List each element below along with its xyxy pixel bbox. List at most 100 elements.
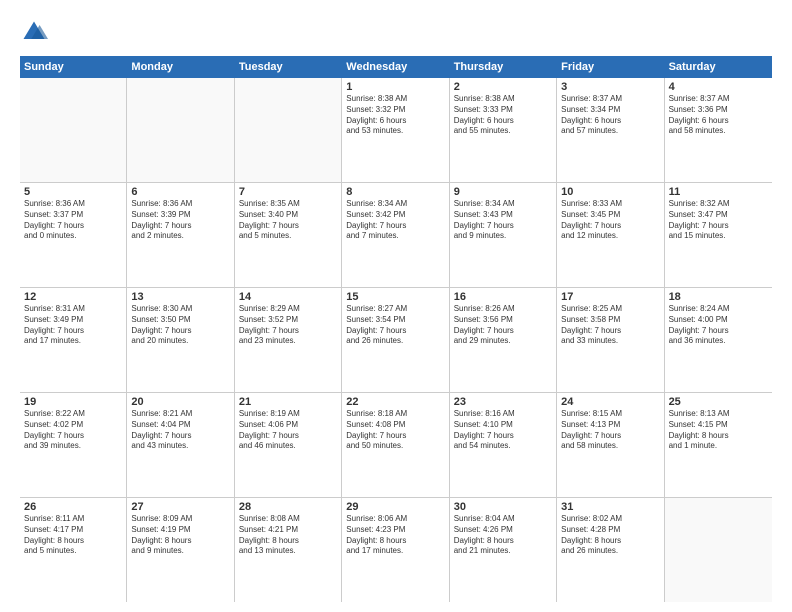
day-info: Sunrise: 8:16 AM Sunset: 4:10 PM Dayligh…	[454, 409, 552, 452]
day-number: 27	[131, 501, 229, 513]
day-info: Sunrise: 8:34 AM Sunset: 3:43 PM Dayligh…	[454, 199, 552, 242]
page: SundayMondayTuesdayWednesdayThursdayFrid…	[0, 0, 792, 612]
calendar: SundayMondayTuesdayWednesdayThursdayFrid…	[20, 56, 772, 602]
day-number: 6	[131, 186, 229, 198]
day-info: Sunrise: 8:37 AM Sunset: 3:36 PM Dayligh…	[669, 94, 768, 137]
day-number: 10	[561, 186, 659, 198]
logo	[20, 18, 50, 46]
calendar-cell: 19Sunrise: 8:22 AM Sunset: 4:02 PM Dayli…	[20, 393, 127, 497]
calendar-cell: 4Sunrise: 8:37 AM Sunset: 3:36 PM Daylig…	[665, 78, 772, 182]
day-number: 1	[346, 81, 444, 93]
calendar-week-3: 12Sunrise: 8:31 AM Sunset: 3:49 PM Dayli…	[20, 288, 772, 393]
day-info: Sunrise: 8:34 AM Sunset: 3:42 PM Dayligh…	[346, 199, 444, 242]
calendar-cell: 16Sunrise: 8:26 AM Sunset: 3:56 PM Dayli…	[450, 288, 557, 392]
calendar-cell	[127, 78, 234, 182]
calendar-cell: 12Sunrise: 8:31 AM Sunset: 3:49 PM Dayli…	[20, 288, 127, 392]
calendar-cell: 29Sunrise: 8:06 AM Sunset: 4:23 PM Dayli…	[342, 498, 449, 602]
day-info: Sunrise: 8:37 AM Sunset: 3:34 PM Dayligh…	[561, 94, 659, 137]
day-info: Sunrise: 8:18 AM Sunset: 4:08 PM Dayligh…	[346, 409, 444, 452]
calendar-cell: 23Sunrise: 8:16 AM Sunset: 4:10 PM Dayli…	[450, 393, 557, 497]
calendar-week-2: 5Sunrise: 8:36 AM Sunset: 3:37 PM Daylig…	[20, 183, 772, 288]
day-number: 16	[454, 291, 552, 303]
calendar-cell: 25Sunrise: 8:13 AM Sunset: 4:15 PM Dayli…	[665, 393, 772, 497]
day-info: Sunrise: 8:21 AM Sunset: 4:04 PM Dayligh…	[131, 409, 229, 452]
calendar-week-4: 19Sunrise: 8:22 AM Sunset: 4:02 PM Dayli…	[20, 393, 772, 498]
calendar-cell: 28Sunrise: 8:08 AM Sunset: 4:21 PM Dayli…	[235, 498, 342, 602]
day-info: Sunrise: 8:25 AM Sunset: 3:58 PM Dayligh…	[561, 304, 659, 347]
calendar-cell: 1Sunrise: 8:38 AM Sunset: 3:32 PM Daylig…	[342, 78, 449, 182]
header-day-sunday: Sunday	[20, 56, 127, 78]
day-number: 21	[239, 396, 337, 408]
header-day-friday: Friday	[557, 56, 664, 78]
calendar-cell	[235, 78, 342, 182]
day-info: Sunrise: 8:27 AM Sunset: 3:54 PM Dayligh…	[346, 304, 444, 347]
day-info: Sunrise: 8:04 AM Sunset: 4:26 PM Dayligh…	[454, 514, 552, 557]
header-day-thursday: Thursday	[450, 56, 557, 78]
calendar-cell: 24Sunrise: 8:15 AM Sunset: 4:13 PM Dayli…	[557, 393, 664, 497]
day-info: Sunrise: 8:30 AM Sunset: 3:50 PM Dayligh…	[131, 304, 229, 347]
day-number: 15	[346, 291, 444, 303]
logo-icon	[20, 18, 48, 46]
day-number: 22	[346, 396, 444, 408]
day-number: 31	[561, 501, 659, 513]
day-info: Sunrise: 8:29 AM Sunset: 3:52 PM Dayligh…	[239, 304, 337, 347]
day-info: Sunrise: 8:35 AM Sunset: 3:40 PM Dayligh…	[239, 199, 337, 242]
day-info: Sunrise: 8:32 AM Sunset: 3:47 PM Dayligh…	[669, 199, 768, 242]
day-number: 5	[24, 186, 122, 198]
day-number: 2	[454, 81, 552, 93]
day-number: 11	[669, 186, 768, 198]
day-number: 18	[669, 291, 768, 303]
day-info: Sunrise: 8:02 AM Sunset: 4:28 PM Dayligh…	[561, 514, 659, 557]
calendar-cell: 3Sunrise: 8:37 AM Sunset: 3:34 PM Daylig…	[557, 78, 664, 182]
day-info: Sunrise: 8:31 AM Sunset: 3:49 PM Dayligh…	[24, 304, 122, 347]
day-number: 28	[239, 501, 337, 513]
calendar-cell: 7Sunrise: 8:35 AM Sunset: 3:40 PM Daylig…	[235, 183, 342, 287]
calendar-cell: 30Sunrise: 8:04 AM Sunset: 4:26 PM Dayli…	[450, 498, 557, 602]
header-day-tuesday: Tuesday	[235, 56, 342, 78]
day-info: Sunrise: 8:19 AM Sunset: 4:06 PM Dayligh…	[239, 409, 337, 452]
calendar-cell: 6Sunrise: 8:36 AM Sunset: 3:39 PM Daylig…	[127, 183, 234, 287]
calendar-cell: 8Sunrise: 8:34 AM Sunset: 3:42 PM Daylig…	[342, 183, 449, 287]
calendar-cell: 22Sunrise: 8:18 AM Sunset: 4:08 PM Dayli…	[342, 393, 449, 497]
day-info: Sunrise: 8:08 AM Sunset: 4:21 PM Dayligh…	[239, 514, 337, 557]
day-number: 19	[24, 396, 122, 408]
calendar-cell: 21Sunrise: 8:19 AM Sunset: 4:06 PM Dayli…	[235, 393, 342, 497]
calendar-week-5: 26Sunrise: 8:11 AM Sunset: 4:17 PM Dayli…	[20, 498, 772, 602]
day-info: Sunrise: 8:36 AM Sunset: 3:37 PM Dayligh…	[24, 199, 122, 242]
day-number: 4	[669, 81, 768, 93]
calendar-cell: 26Sunrise: 8:11 AM Sunset: 4:17 PM Dayli…	[20, 498, 127, 602]
calendar-cell: 17Sunrise: 8:25 AM Sunset: 3:58 PM Dayli…	[557, 288, 664, 392]
day-info: Sunrise: 8:22 AM Sunset: 4:02 PM Dayligh…	[24, 409, 122, 452]
header	[20, 18, 772, 46]
day-number: 12	[24, 291, 122, 303]
day-number: 24	[561, 396, 659, 408]
calendar-cell: 9Sunrise: 8:34 AM Sunset: 3:43 PM Daylig…	[450, 183, 557, 287]
day-info: Sunrise: 8:38 AM Sunset: 3:33 PM Dayligh…	[454, 94, 552, 137]
calendar-body: 1Sunrise: 8:38 AM Sunset: 3:32 PM Daylig…	[20, 78, 772, 602]
header-day-saturday: Saturday	[665, 56, 772, 78]
day-number: 9	[454, 186, 552, 198]
header-day-wednesday: Wednesday	[342, 56, 449, 78]
calendar-cell: 27Sunrise: 8:09 AM Sunset: 4:19 PM Dayli…	[127, 498, 234, 602]
day-info: Sunrise: 8:09 AM Sunset: 4:19 PM Dayligh…	[131, 514, 229, 557]
day-number: 3	[561, 81, 659, 93]
calendar-cell: 13Sunrise: 8:30 AM Sunset: 3:50 PM Dayli…	[127, 288, 234, 392]
day-number: 7	[239, 186, 337, 198]
calendar-cell: 11Sunrise: 8:32 AM Sunset: 3:47 PM Dayli…	[665, 183, 772, 287]
day-number: 25	[669, 396, 768, 408]
day-number: 29	[346, 501, 444, 513]
day-number: 13	[131, 291, 229, 303]
day-info: Sunrise: 8:38 AM Sunset: 3:32 PM Dayligh…	[346, 94, 444, 137]
calendar-cell: 2Sunrise: 8:38 AM Sunset: 3:33 PM Daylig…	[450, 78, 557, 182]
calendar-cell: 14Sunrise: 8:29 AM Sunset: 3:52 PM Dayli…	[235, 288, 342, 392]
calendar-cell: 31Sunrise: 8:02 AM Sunset: 4:28 PM Dayli…	[557, 498, 664, 602]
calendar-header: SundayMondayTuesdayWednesdayThursdayFrid…	[20, 56, 772, 78]
calendar-cell	[665, 498, 772, 602]
day-info: Sunrise: 8:36 AM Sunset: 3:39 PM Dayligh…	[131, 199, 229, 242]
day-number: 17	[561, 291, 659, 303]
day-number: 30	[454, 501, 552, 513]
day-number: 14	[239, 291, 337, 303]
day-number: 26	[24, 501, 122, 513]
day-info: Sunrise: 8:24 AM Sunset: 4:00 PM Dayligh…	[669, 304, 768, 347]
day-info: Sunrise: 8:33 AM Sunset: 3:45 PM Dayligh…	[561, 199, 659, 242]
